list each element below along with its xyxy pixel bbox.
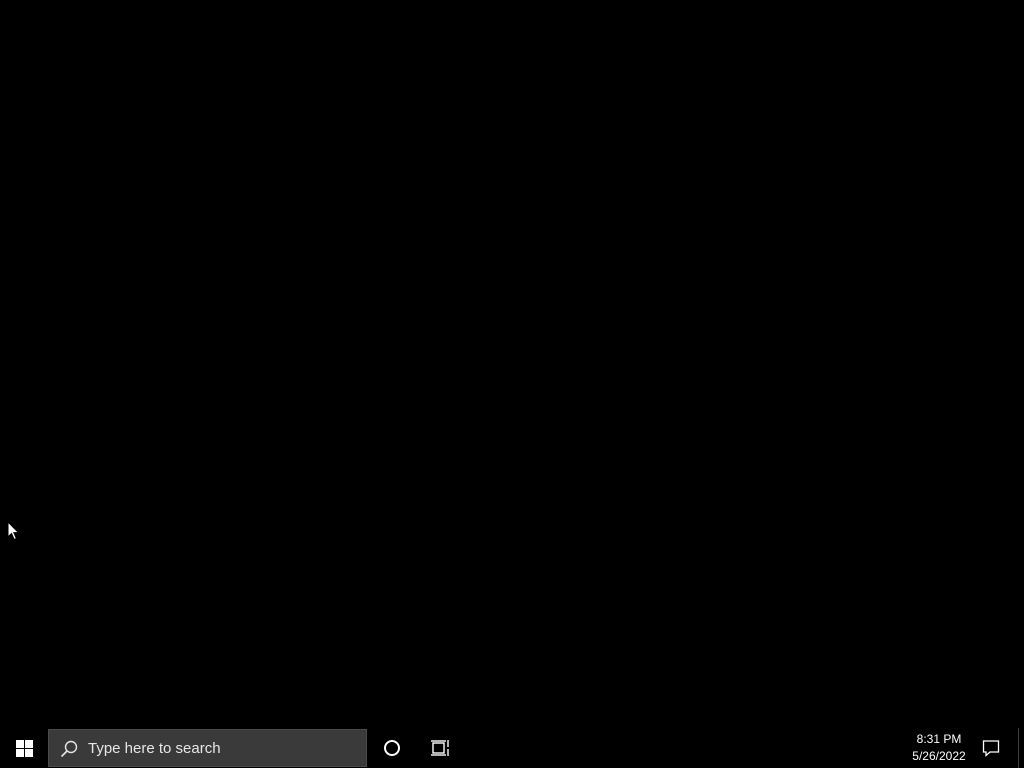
clock-time: 8:31 PM <box>916 732 962 746</box>
start-button[interactable] <box>0 728 48 768</box>
taskbar: Type here to search 8:31 PM 5/26/2022 <box>0 728 1024 768</box>
search-icon <box>60 740 78 758</box>
mouse-pointer-icon <box>7 521 20 541</box>
action-center-icon <box>982 740 1000 757</box>
task-view-icon <box>431 740 449 756</box>
action-center-button[interactable] <box>970 728 1012 768</box>
show-desktop-button[interactable] <box>1018 728 1024 768</box>
cortana-button[interactable] <box>368 728 416 768</box>
task-view-button[interactable] <box>416 728 464 768</box>
clock-date: 5/26/2022 <box>912 749 966 763</box>
windows-logo-icon <box>15 739 33 757</box>
desktop[interactable] <box>0 0 1024 728</box>
search-placeholder: Type here to search <box>88 740 221 757</box>
cortana-circle-icon <box>384 740 400 756</box>
search-box[interactable]: Type here to search <box>48 729 367 767</box>
system-clock[interactable]: 8:31 PM 5/26/2022 <box>898 728 980 768</box>
